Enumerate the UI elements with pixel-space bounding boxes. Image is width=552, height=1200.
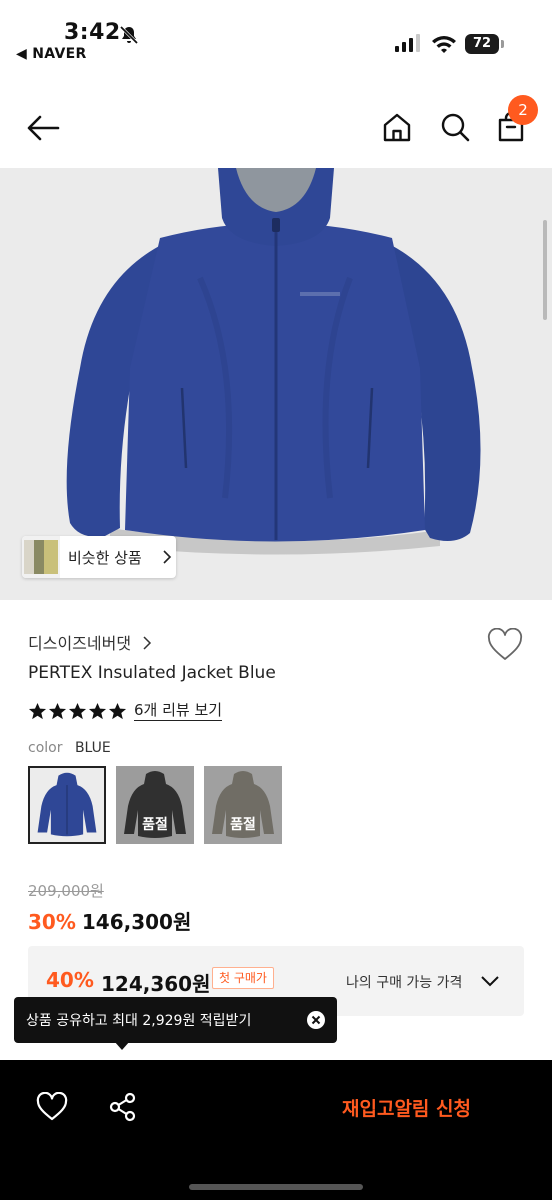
coupon-price: 124,360원 xyxy=(101,972,211,996)
star-icon xyxy=(108,702,127,719)
color-key: color xyxy=(28,740,63,756)
first-purchase-tag: 첫 구매가 xyxy=(212,967,274,989)
swatch-khaki[interactable]: 품절 xyxy=(204,766,282,844)
brand-name: 디스이즈네버댓 xyxy=(28,634,132,653)
discount-percent: 30% xyxy=(28,910,76,934)
sale-price-row: 30% 146,300원 xyxy=(28,906,191,935)
color-label-row: color BLUE xyxy=(28,740,111,756)
battery-indicator: 72 xyxy=(465,34,505,54)
chevron-right-icon xyxy=(143,636,152,650)
similar-products-button[interactable]: 비슷한 상품 xyxy=(22,536,176,578)
similar-thumbnails xyxy=(22,536,60,578)
bell-muted-icon xyxy=(119,25,139,45)
back-arrow-icon[interactable] xyxy=(24,108,64,148)
wishlist-heart-icon[interactable] xyxy=(487,628,523,662)
similar-products-label: 비슷한 상품 xyxy=(68,549,142,567)
home-indicator xyxy=(189,1184,363,1190)
tooltip-message: 상품 공유하고 최대 2,929원 적립받기 xyxy=(26,1013,252,1029)
swatch-image xyxy=(30,768,104,842)
product-title: PERTEX Insulated Jacket Blue xyxy=(28,663,276,683)
home-icon[interactable] xyxy=(380,110,414,144)
chevron-down-icon[interactable] xyxy=(480,974,500,988)
back-to-naver-link[interactable]: ◀ NAVER xyxy=(16,46,87,62)
sold-out-label: 품절 xyxy=(230,817,256,833)
coupon-percent: 40% xyxy=(46,968,94,992)
star-icon xyxy=(48,702,67,719)
original-price: 209,000원 xyxy=(28,882,104,900)
scroll-indicator xyxy=(543,220,547,320)
close-icon[interactable] xyxy=(306,1010,326,1030)
rating-row: 6개 리뷰 보기 xyxy=(28,700,223,722)
cellular-signal-icon xyxy=(395,34,420,52)
wifi-icon xyxy=(432,36,456,53)
star-icon xyxy=(88,702,107,719)
swatch-blue[interactable] xyxy=(28,766,106,844)
sold-out-label: 품절 xyxy=(142,817,168,833)
heart-icon[interactable] xyxy=(36,1092,68,1122)
status-time: 3:42 xyxy=(64,20,121,45)
search-icon[interactable] xyxy=(438,110,472,144)
status-bar: 3:42 ◀ NAVER 72 xyxy=(0,0,552,70)
sale-price: 146,300원 xyxy=(81,910,192,934)
share-icon[interactable] xyxy=(108,1092,138,1122)
star-icon xyxy=(68,702,87,719)
brand-link[interactable]: 디스이즈네버댓 xyxy=(28,630,152,654)
chevron-right-icon xyxy=(163,550,172,564)
reviews-link[interactable]: 6개 리뷰 보기 xyxy=(134,701,223,721)
cart-count-badge: 2 xyxy=(508,95,538,125)
bottom-action-bar: 재입고알림 신청 xyxy=(0,1060,552,1200)
share-reward-tooltip: 상품 공유하고 최대 2,929원 적립받기 xyxy=(14,997,337,1050)
swatch-black[interactable]: 품절 xyxy=(116,766,194,844)
restock-alert-button[interactable]: 재입고알림 신청 xyxy=(342,1094,471,1121)
star-icon xyxy=(28,702,47,719)
color-value: BLUE xyxy=(74,740,111,756)
top-nav: 2 xyxy=(0,88,552,168)
battery-level: 72 xyxy=(465,34,499,54)
my-price-label: 나의 구매 가능 가격 xyxy=(346,975,463,991)
